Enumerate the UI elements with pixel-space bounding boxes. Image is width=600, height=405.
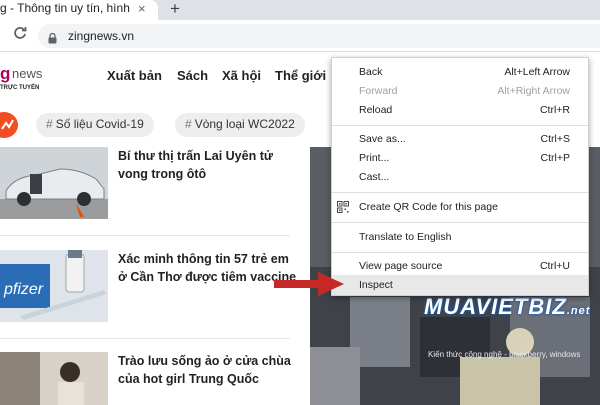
menu-item-save-as[interactable]: Save as... Ctrl+S — [332, 129, 588, 149]
divider — [0, 235, 290, 236]
browser-window: g - Thông tin uy tín, hình ảnh × + zingn… — [0, 0, 600, 405]
browser-tab[interactable]: g - Thông tin uy tín, hình ảnh × — [0, 0, 158, 20]
divider — [0, 338, 290, 339]
article-thumbnail[interactable]: pfizer — [0, 250, 108, 322]
watermark-tagline: Kiến thức công nghệ - blackberry, window… — [428, 350, 581, 359]
article-thumbnail[interactable] — [0, 147, 108, 219]
browser-toolbar: zingnews.vn — [0, 20, 600, 52]
tag-chip-covid[interactable]: # Số liệu Covid-19 — [36, 113, 154, 137]
tab-close-icon[interactable]: × — [138, 1, 146, 16]
logo-subtitle: TRỰC TUYẾN — [0, 85, 40, 91]
watermark-logo: MUAVIETBIZ.net — [424, 294, 591, 319]
menu-item-cast[interactable]: Cast... — [332, 167, 588, 187]
menu-item-translate[interactable]: Translate to English — [332, 227, 588, 247]
article-thumbnail[interactable] — [0, 352, 108, 405]
nav-item-the-gioi[interactable]: Thể giới — [275, 68, 326, 83]
menu-item-forward[interactable]: Forward Alt+Right Arrow — [332, 81, 588, 101]
article-title[interactable]: Trào lưu sống ảo ở cửa chùa của hot girl… — [118, 352, 300, 388]
address-bar[interactable]: zingnews.vn — [38, 24, 600, 48]
nav-item-xa-hoi[interactable]: Xã hội — [222, 68, 261, 83]
menu-item-back[interactable]: Back Alt+Left Arrow — [332, 62, 588, 82]
menu-item-inspect[interactable]: Inspect — [332, 275, 588, 295]
menu-item-reload[interactable]: Reload Ctrl+R — [332, 100, 588, 120]
lock-icon[interactable] — [48, 31, 57, 49]
tag-chip-wc2022[interactable]: # Vòng loại WC2022 — [175, 113, 305, 137]
hash-icon: # — [185, 117, 192, 131]
trending-icon[interactable] — [0, 112, 18, 138]
menu-item-view-page-source[interactable]: View page source Ctrl+U — [332, 256, 588, 276]
menu-separator — [332, 192, 588, 193]
menu-separator — [332, 125, 588, 126]
new-tab-button[interactable]: + — [170, 0, 180, 19]
logo-name[interactable]: news — [12, 66, 42, 81]
logo-mark[interactable]: g — [0, 64, 10, 84]
hash-icon: # — [46, 117, 53, 131]
pfizer-label: pfizer — [3, 281, 44, 298]
nav-item-sach[interactable]: Sách — [177, 68, 208, 83]
qr-code-icon — [337, 201, 349, 216]
menu-separator — [332, 222, 588, 223]
menu-item-print[interactable]: Print... Ctrl+P — [332, 148, 588, 168]
article-title[interactable]: Bí thư thị trấn Lai Uyên tử vong trong ô… — [118, 147, 300, 183]
url-text: zingnews.vn — [68, 29, 135, 43]
menu-separator — [332, 252, 588, 253]
reload-icon[interactable] — [13, 26, 27, 45]
nav-item-xuat-ban[interactable]: Xuất bản — [107, 68, 162, 83]
context-menu: Back Alt+Left Arrow Forward Alt+Right Ar… — [331, 57, 589, 296]
tag-label: Số liệu Covid-19 — [55, 117, 144, 131]
tab-title: g - Thông tin uy tín, hình ảnh — [0, 1, 132, 15]
tab-strip: g - Thông tin uy tín, hình ảnh × + — [0, 0, 600, 20]
menu-item-create-qr-code[interactable]: Create QR Code for this page — [332, 197, 588, 217]
tag-label: Vòng loại WC2022 — [194, 117, 295, 131]
annotation-arrow-icon — [274, 272, 344, 296]
